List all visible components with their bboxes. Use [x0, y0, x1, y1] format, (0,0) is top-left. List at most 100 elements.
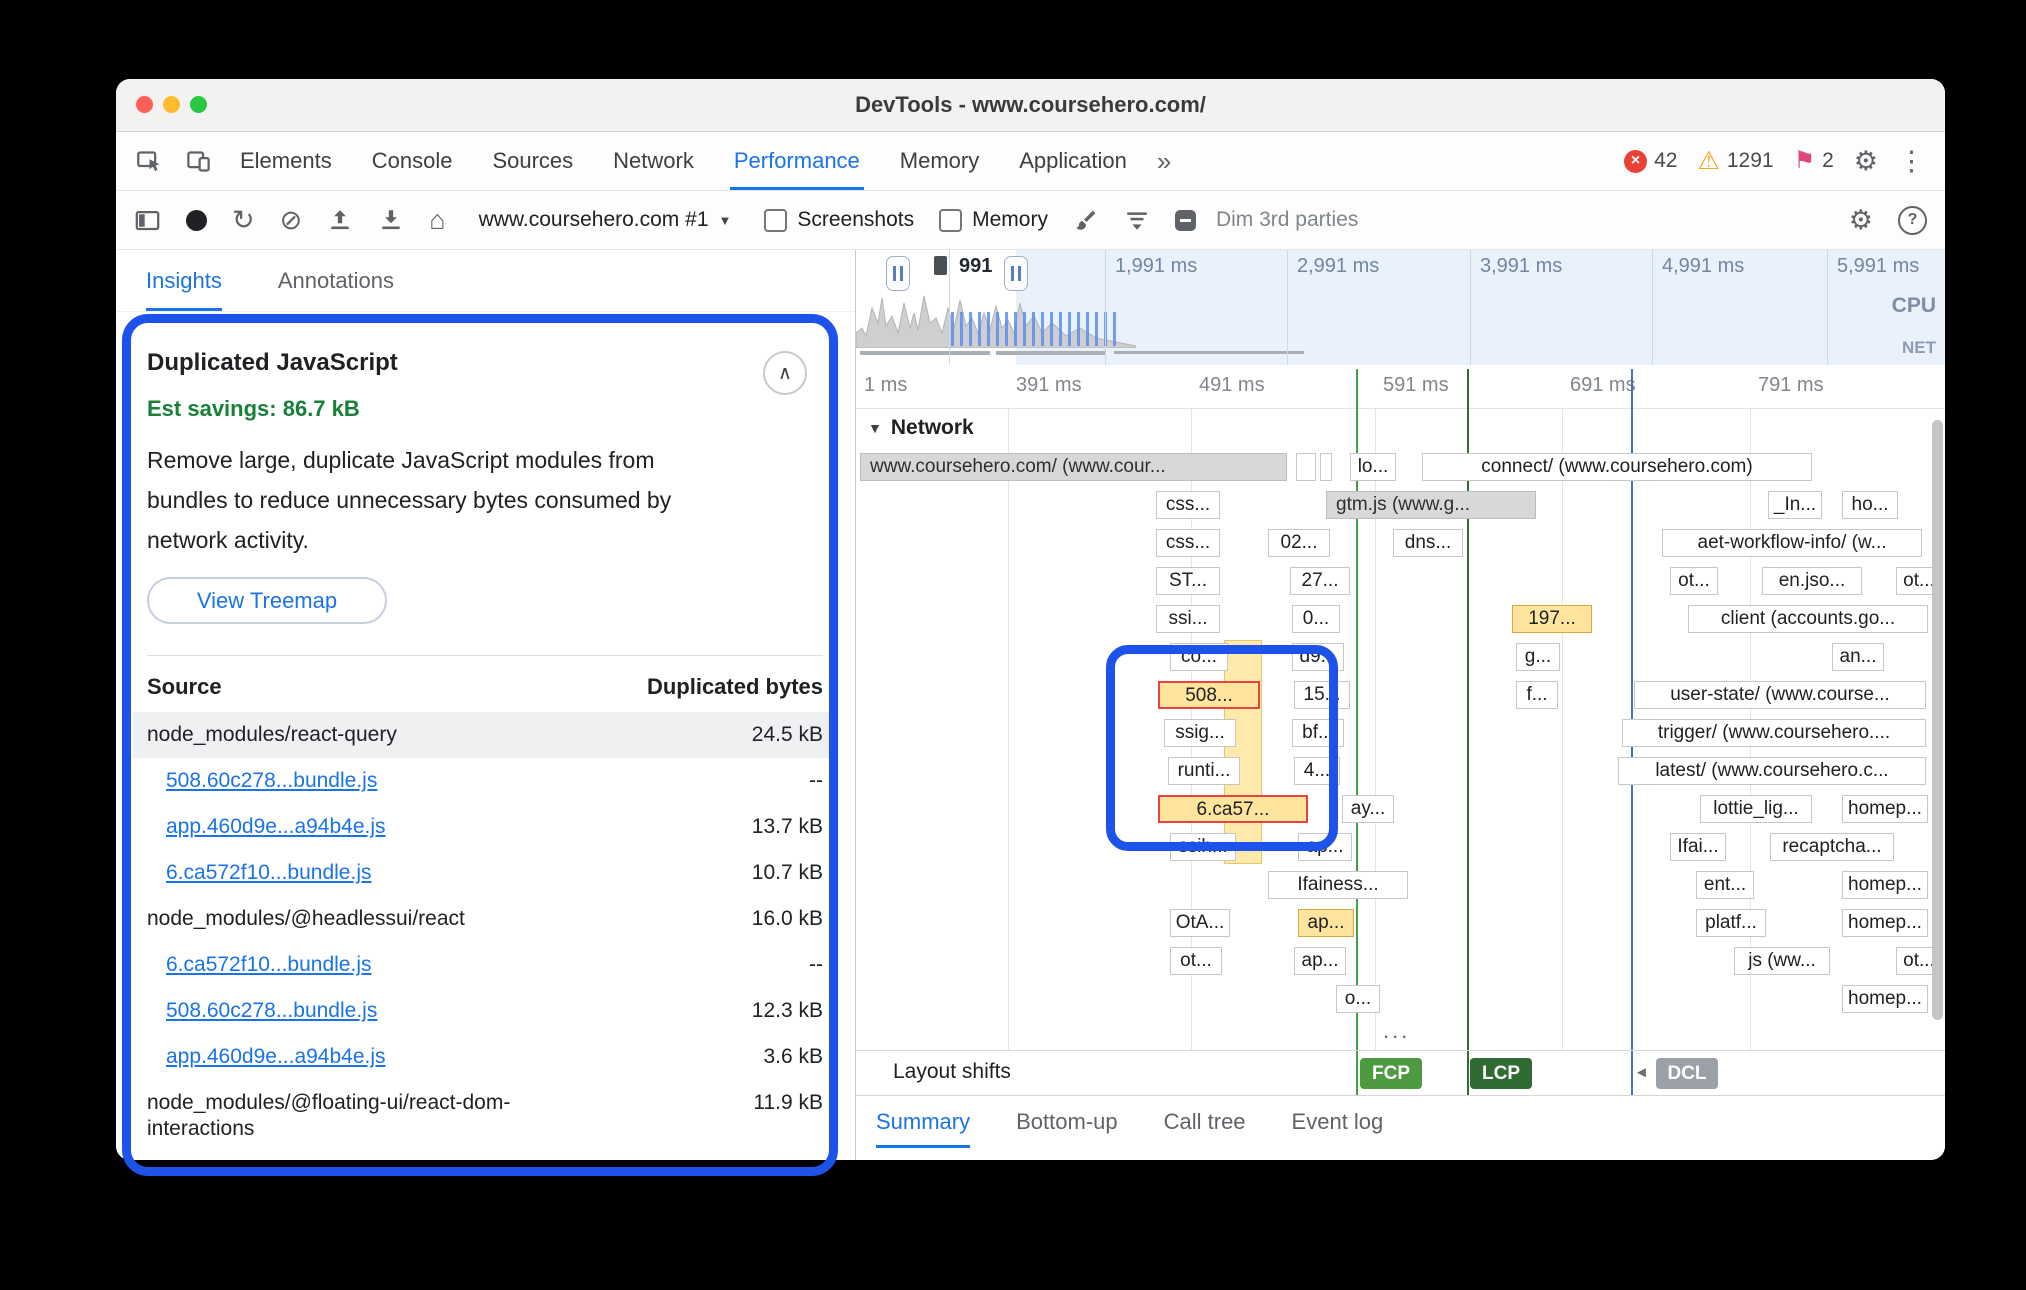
- network-request[interactable]: ot...: [1170, 947, 1222, 975]
- bottom-tab-call-tree[interactable]: Call tree: [1164, 1096, 1246, 1148]
- reload-and-record-icon[interactable]: ↻: [232, 207, 255, 234]
- sidebar-tab-annotations[interactable]: Annotations: [278, 250, 394, 311]
- network-request[interactable]: css...: [1156, 529, 1220, 557]
- window-right-handle[interactable]: [1004, 256, 1028, 291]
- home-icon[interactable]: ⌂: [429, 207, 445, 234]
- network-request[interactable]: runti...: [1168, 757, 1240, 785]
- network-request[interactable]: 15...: [1294, 681, 1350, 709]
- window-left-handle[interactable]: [886, 256, 910, 291]
- sidebar-tab-insights[interactable]: Insights: [146, 250, 222, 311]
- vertical-scrollbar[interactable]: [1932, 420, 1943, 1020]
- network-request[interactable]: dns...: [1393, 529, 1463, 557]
- tab-sources[interactable]: Sources: [492, 132, 573, 190]
- bottom-tab-summary[interactable]: Summary: [876, 1096, 970, 1148]
- screenshots-checkbox[interactable]: Screenshots: [764, 208, 914, 232]
- network-request[interactable]: Ifainess...: [1268, 871, 1408, 899]
- inspect-element-icon[interactable]: [136, 148, 163, 175]
- source-file-link[interactable]: 6.ca572f10...bundle.js: [166, 952, 626, 978]
- network-request[interactable]: www.coursehero.com/ (www.cour...: [860, 453, 1287, 481]
- network-request[interactable]: platf...: [1696, 909, 1766, 937]
- download-profile-icon[interactable]: [378, 207, 404, 233]
- timeline-overview[interactable]: CPU NET 9911,991 ms2,991 ms3,991 ms4,991…: [856, 250, 1945, 366]
- network-request[interactable]: _In...: [1768, 491, 1822, 519]
- marker-badge-dcl[interactable]: DCL: [1656, 1058, 1718, 1089]
- network-request[interactable]: css...: [1156, 491, 1220, 519]
- network-request[interactable]: aet-workflow-info/ (w...: [1662, 529, 1922, 557]
- help-icon[interactable]: ?: [1898, 206, 1927, 235]
- issues[interactable]: ⚑ 2: [1794, 149, 1834, 173]
- settings-icon[interactable]: ⚙: [1854, 148, 1878, 175]
- network-request[interactable]: recaptcha...: [1770, 833, 1894, 861]
- memory-checkbox[interactable]: Memory: [939, 208, 1048, 232]
- collapse-insight-button[interactable]: ∧: [763, 351, 807, 395]
- network-request[interactable]: user-state/ (www.course...: [1634, 681, 1926, 709]
- network-request[interactable]: [1296, 453, 1316, 481]
- tab-memory[interactable]: Memory: [900, 132, 979, 190]
- upload-profile-icon[interactable]: [327, 207, 353, 233]
- network-request[interactable]: ho...: [1842, 491, 1898, 519]
- marker-badge-lcp[interactable]: LCP: [1470, 1058, 1532, 1089]
- profile-history-select[interactable]: www.coursehero.com #1 ▼: [479, 208, 732, 232]
- marker-badge-fcp[interactable]: FCP: [1360, 1058, 1422, 1089]
- network-request[interactable]: homep...: [1842, 871, 1928, 899]
- network-request[interactable]: ssi...: [1156, 605, 1220, 633]
- network-request[interactable]: [1320, 453, 1332, 481]
- more-tabs-icon[interactable]: »: [1157, 146, 1171, 177]
- minimize-button[interactable]: [163, 96, 180, 113]
- network-request[interactable]: en.jso...: [1762, 567, 1862, 595]
- network-request[interactable]: lo...: [1350, 453, 1396, 481]
- console-warnings[interactable]: ⚠ 1291: [1697, 149, 1773, 174]
- network-request[interactable]: Ifai...: [1670, 833, 1726, 861]
- tab-elements[interactable]: Elements: [240, 132, 332, 190]
- network-request[interactable]: an...: [1832, 643, 1884, 671]
- network-request[interactable]: d9...: [1292, 643, 1344, 671]
- network-request[interactable]: ap...: [1294, 947, 1346, 975]
- tab-application[interactable]: Application: [1019, 132, 1127, 190]
- network-request[interactable]: ssih...: [1170, 833, 1236, 861]
- source-file-link[interactable]: 6.ca572f10...bundle.js: [166, 860, 626, 886]
- kebab-menu-icon[interactable]: ⋮: [1898, 148, 1925, 175]
- source-file-link[interactable]: 508.60c278...bundle.js: [166, 768, 626, 794]
- network-request[interactable]: trigger/ (www.coursehero....: [1622, 719, 1926, 747]
- network-request[interactable]: ent...: [1696, 871, 1754, 899]
- zoom-button[interactable]: [190, 96, 207, 113]
- network-request[interactable]: 6.ca57...: [1158, 795, 1308, 823]
- throttling-icon[interactable]: [1124, 207, 1150, 233]
- network-request[interactable]: homep...: [1842, 909, 1928, 937]
- device-toolbar-icon[interactable]: [185, 148, 212, 175]
- network-request[interactable]: ay...: [1342, 795, 1394, 823]
- clear-icon[interactable]: ⊘: [280, 207, 303, 234]
- network-request[interactable]: g...: [1516, 643, 1560, 671]
- gc-brush-icon[interactable]: [1073, 207, 1099, 233]
- network-request[interactable]: bf...: [1292, 719, 1344, 747]
- network-request[interactable]: homep...: [1842, 795, 1928, 823]
- network-request[interactable]: 508...: [1158, 681, 1260, 709]
- capture-settings-icon[interactable]: ⚙: [1849, 207, 1873, 234]
- dim-3rd-parties-toggle[interactable]: Dim 3rd parties: [1175, 208, 1358, 232]
- network-request[interactable]: js (ww...: [1734, 947, 1830, 975]
- network-request[interactable]: gtm.js (www.g...: [1326, 491, 1536, 519]
- source-file-link[interactable]: 508.60c278...bundle.js: [166, 998, 626, 1024]
- network-request[interactable]: connect/ (www.coursehero.com): [1422, 453, 1812, 481]
- network-request[interactable]: ssig...: [1164, 719, 1236, 747]
- network-request[interactable]: ap...: [1298, 833, 1352, 861]
- network-request[interactable]: ap...: [1298, 909, 1354, 937]
- network-request[interactable]: o...: [1336, 985, 1380, 1013]
- network-request[interactable]: homep...: [1842, 985, 1928, 1013]
- network-request[interactable]: client (accounts.go...: [1688, 605, 1928, 633]
- network-request[interactable]: 197...: [1512, 605, 1592, 633]
- network-section-header[interactable]: ▼ Network: [868, 416, 974, 440]
- record-button[interactable]: [186, 210, 207, 231]
- network-request[interactable]: 02...: [1268, 529, 1330, 557]
- bottom-tab-bottom-up[interactable]: Bottom-up: [1016, 1096, 1118, 1148]
- network-request[interactable]: ST...: [1156, 567, 1220, 595]
- console-errors[interactable]: × 42: [1624, 149, 1677, 173]
- source-file-link[interactable]: app.460d9e...a94b4e.js: [166, 1044, 626, 1070]
- network-request[interactable]: f...: [1516, 681, 1558, 709]
- close-button[interactable]: [136, 96, 153, 113]
- toggle-sidebar-icon[interactable]: [134, 207, 161, 234]
- view-treemap-button[interactable]: View Treemap: [147, 577, 387, 624]
- tab-network[interactable]: Network: [613, 132, 694, 190]
- network-request[interactable]: 4...: [1294, 757, 1340, 785]
- network-request[interactable]: ot...: [1670, 567, 1718, 595]
